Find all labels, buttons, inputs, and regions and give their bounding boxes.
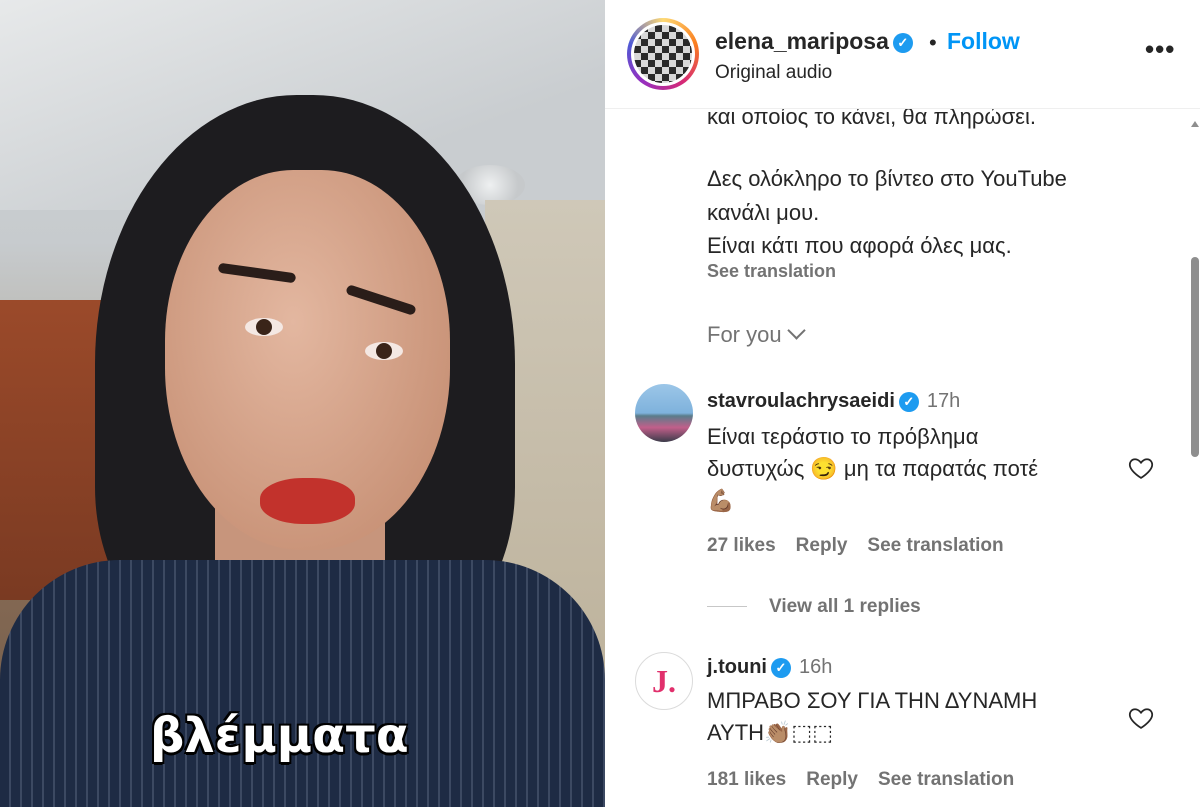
- view-replies-label: View all 1 replies: [769, 596, 921, 617]
- comment-username[interactable]: stavroulachrysaeidi: [707, 390, 895, 412]
- comment-text-line: δυστυχώς 😏 μη τα παρατάς ποτέ: [707, 456, 1039, 481]
- author-avatar-image: [634, 25, 692, 83]
- comment-time[interactable]: 16h: [799, 656, 832, 678]
- author-username-row[interactable]: elena_mariposa ✓: [715, 28, 913, 55]
- comment-meta: 181 likes Reply See translation: [707, 769, 1034, 791]
- comment-text-line: ΜΠΡΑΒΟ ΣΟΥ ΓΙΑ ΤΗΝ ΔΥΝΑΜΗ: [707, 688, 1038, 713]
- comment-avatar[interactable]: [635, 384, 693, 442]
- see-translation-link[interactable]: See translation: [867, 535, 1003, 556]
- post-header: elena_mariposa ✓ • Follow Original audio …: [605, 0, 1200, 109]
- replies-divider: [707, 606, 747, 608]
- person-shirt: [0, 560, 605, 807]
- see-translation-link[interactable]: See translation: [878, 769, 1014, 790]
- comment-header: stavroulachrysaeidi ✓ 17h: [707, 390, 960, 413]
- more-options-icon[interactable]: •••: [1145, 34, 1175, 65]
- video-subtitle: βλέμματα: [150, 708, 409, 764]
- verified-badge-icon: ✓: [898, 391, 919, 412]
- original-audio-link[interactable]: Original audio: [715, 62, 832, 84]
- avatar-logo-letter: J.: [652, 663, 676, 699]
- scrollbar-thumb[interactable]: [1191, 257, 1199, 457]
- view-replies-button[interactable]: View all 1 replies: [707, 596, 921, 618]
- comment-text-line: Είναι τεράστιο το πρόβλημα: [707, 424, 979, 449]
- header-separator: •: [929, 30, 937, 55]
- comment-time[interactable]: 17h: [927, 390, 960, 412]
- comment-sort-label: For you: [707, 322, 782, 347]
- comment-avatar[interactable]: J.: [635, 652, 693, 710]
- follow-button[interactable]: Follow: [947, 28, 1020, 55]
- background-cabinet: [0, 300, 110, 600]
- comment-likes-count[interactable]: 181 likes: [707, 769, 786, 790]
- comment-text-line: ΑΥΤΗ👏🏽⬚⬚: [707, 720, 834, 745]
- reply-button[interactable]: Reply: [806, 769, 858, 790]
- comment-username[interactable]: j.touni: [707, 656, 767, 678]
- author-avatar[interactable]: [627, 18, 699, 90]
- author-username[interactable]: elena_mariposa: [715, 28, 889, 54]
- like-heart-icon[interactable]: [1127, 704, 1155, 732]
- verified-badge-icon: ✓: [892, 32, 913, 53]
- caption-cut-line: και οποίος το κάνει, θα πληρώσει.: [707, 108, 1036, 129]
- comment-sort-dropdown[interactable]: For you: [707, 321, 806, 348]
- scroll-up-arrow-icon[interactable]: [1191, 121, 1199, 127]
- comment-text-line: 💪🏽: [707, 488, 735, 513]
- reply-button[interactable]: Reply: [796, 535, 848, 556]
- caption-line-3: Είναι κάτι που αφορά όλες μας.: [707, 233, 1012, 258]
- person-eye-right: [365, 342, 403, 360]
- comment-header: j.touni ✓ 16h: [707, 656, 832, 679]
- caption-see-translation-link[interactable]: See translation: [707, 261, 836, 282]
- chevron-down-icon: [786, 321, 806, 340]
- person-eye-left: [245, 318, 283, 336]
- comment-likes-count[interactable]: 27 likes: [707, 535, 776, 556]
- caption-line-2: κανάλι μου.: [707, 200, 820, 225]
- comments-scroll-area[interactable]: και οποίος το κάνει, θα πληρώσει. Δες ολ…: [605, 108, 1200, 807]
- post-detail-panel: elena_mariposa ✓ • Follow Original audio …: [605, 0, 1200, 807]
- like-heart-icon[interactable]: [1127, 454, 1155, 482]
- person-lips: [260, 478, 355, 524]
- verified-badge-icon: ✓: [770, 657, 791, 678]
- caption-line-1: Δες ολόκληρο το βίντεο στο YouTube: [707, 166, 1067, 191]
- reel-video[interactable]: βλέμματα: [0, 0, 605, 807]
- scrollbar[interactable]: [1190, 117, 1200, 807]
- comment-meta: 27 likes Reply See translation: [707, 535, 1024, 557]
